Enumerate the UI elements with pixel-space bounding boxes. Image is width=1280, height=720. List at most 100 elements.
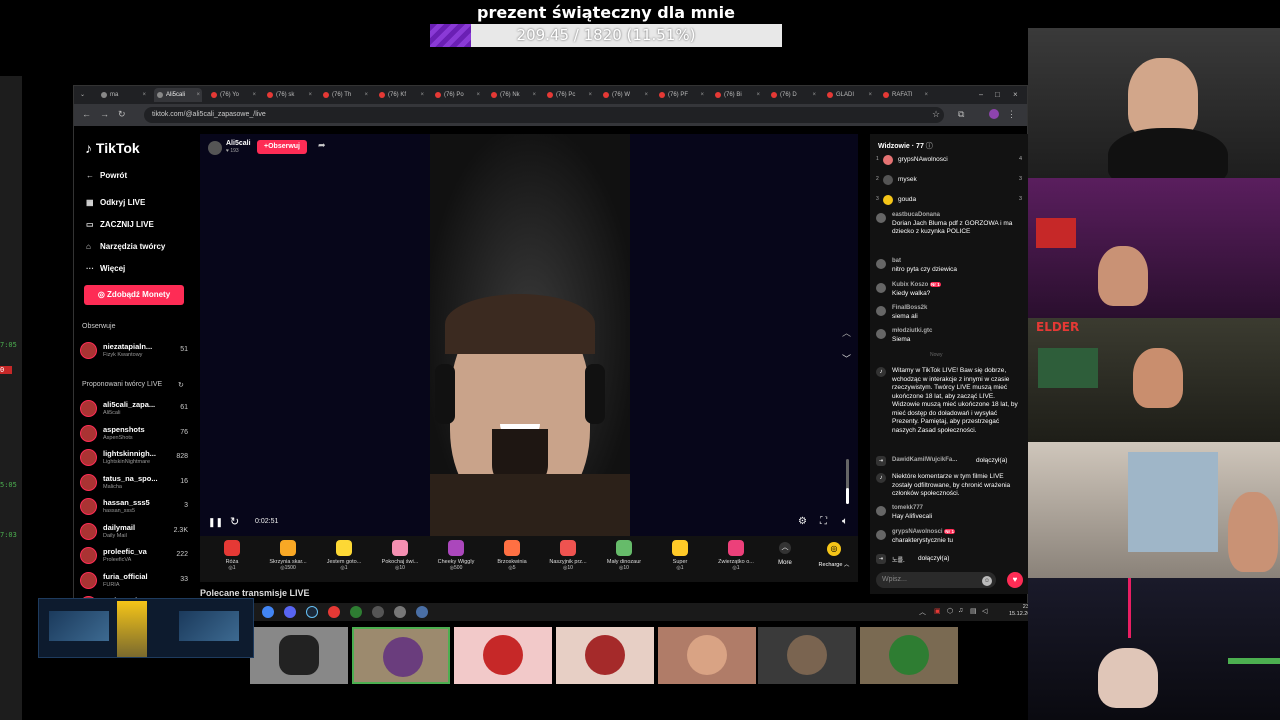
- creator-item[interactable]: proleefic_va ProleeficVA 222: [80, 545, 188, 567]
- live-video-area[interactable]: Ali5cali ♥ 193 +Obserwuj ➦ ︿ ﹀ ❚❚ ↻ 0:02…: [200, 134, 858, 536]
- nav-start-live[interactable]: ▭ ZACZNIJ LIVE: [86, 220, 154, 229]
- minimize-icon[interactable]: –: [979, 88, 983, 102]
- browser-tab[interactable]: (76) D ×: [768, 88, 818, 102]
- thumbnail[interactable]: [860, 627, 958, 684]
- host-avatar[interactable]: [208, 141, 222, 155]
- network-icon[interactable]: ▤: [970, 607, 977, 615]
- forward-icon[interactable]: →: [100, 109, 109, 119]
- close-icon[interactable]: ×: [700, 88, 704, 102]
- nav-discover-live[interactable]: ▦ Odkryj LIVE: [86, 198, 145, 207]
- url-field[interactable]: tiktok.com/@ali5cali_zapasowe_/live: [144, 107, 944, 123]
- creator-item[interactable]: dailymail Daily Mail 2.3K: [80, 521, 188, 543]
- thumbnail[interactable]: [454, 627, 552, 684]
- app-icon[interactable]: [350, 606, 362, 618]
- creator-item[interactable]: furia_official FURIA 33: [80, 570, 188, 592]
- browser-tab[interactable]: (76) Th ×: [320, 88, 370, 102]
- emoji-icon[interactable]: ☺: [982, 576, 992, 586]
- close-icon[interactable]: ×: [420, 88, 424, 102]
- settings-icon[interactable]: ⚙: [798, 516, 807, 527]
- extensions-icon[interactable]: ⧉: [958, 109, 964, 120]
- join-user[interactable]: DawidKamilWujcikFa...: [892, 457, 957, 463]
- tray-app-icon[interactable]: ▣: [934, 607, 941, 615]
- like-heart-button[interactable]: ♥: [1007, 572, 1023, 588]
- close-icon[interactable]: ×: [644, 88, 648, 102]
- browser-tab[interactable]: GLADI ×: [824, 88, 874, 102]
- thumbnail[interactable]: [556, 627, 654, 684]
- close-window-icon[interactable]: ×: [1013, 88, 1018, 102]
- fullscreen-icon[interactable]: ⛶: [820, 516, 827, 527]
- close-icon[interactable]: ×: [308, 88, 312, 102]
- gift-item[interactable]: Mały dinozaur ◎10: [596, 540, 652, 571]
- more-gifts-button[interactable]: ︿ More: [770, 542, 800, 566]
- gift-item[interactable]: Skrzynia skar... ◎1500: [260, 540, 316, 571]
- close-icon[interactable]: ×: [588, 88, 592, 102]
- gift-item[interactable]: Jestem goto... ◎1: [316, 540, 372, 571]
- maximize-icon[interactable]: □: [995, 88, 1000, 102]
- top-viewer-row[interactable]: 3 gouda 3: [876, 194, 1024, 208]
- refresh-icon[interactable]: ↻: [178, 381, 184, 389]
- browser-tab[interactable]: (76) sk ×: [264, 88, 314, 102]
- close-icon[interactable]: ×: [252, 88, 256, 102]
- bookmark-star-icon[interactable]: ☆: [932, 109, 940, 120]
- thumbnail[interactable]: [758, 627, 856, 684]
- browser-tab[interactable]: (76) PF ×: [656, 88, 706, 102]
- steam-icon[interactable]: [306, 606, 318, 618]
- back-icon[interactable]: ←: [82, 109, 91, 119]
- chat-input[interactable]: Wpisz...: [876, 572, 996, 588]
- creator-item[interactable]: niezatapialn... Fizyk Kwantowy 51: [80, 340, 188, 362]
- browser-tab[interactable]: (76) Nk ×: [488, 88, 538, 102]
- browser-tab[interactable]: ma ×: [98, 88, 148, 102]
- reload-icon[interactable]: ↻: [118, 109, 126, 120]
- volume-slider[interactable]: [846, 459, 849, 504]
- refresh-stream-icon[interactable]: ↻: [230, 515, 239, 528]
- top-viewer-row[interactable]: 1 grypsNAwolnosci 4: [876, 154, 1024, 168]
- gift-item[interactable]: Róża ◎1: [204, 540, 260, 571]
- gift-item[interactable]: Cheeky Wiggly ◎500: [428, 540, 484, 571]
- host-name[interactable]: Ali5cali: [226, 140, 251, 147]
- close-icon[interactable]: ×: [532, 88, 536, 102]
- creator-item[interactable]: ali5cali_zapa... Ali5cali 61: [80, 398, 188, 420]
- chevron-down-icon[interactable]: ﹀: [842, 352, 851, 365]
- share-icon[interactable]: ➦: [318, 140, 326, 151]
- close-icon[interactable]: ×: [364, 88, 368, 102]
- gift-item[interactable]: Naszyjnik prz... ◎10: [540, 540, 596, 571]
- thumbnail-active[interactable]: [352, 627, 450, 684]
- discord-icon[interactable]: [284, 606, 296, 618]
- settings-app-icon[interactable]: [372, 606, 384, 618]
- gift-item[interactable]: Pokochaj świ... ◎10: [372, 540, 428, 571]
- top-viewer-row[interactable]: 2 mysek 3: [876, 174, 1024, 188]
- volume-icon[interactable]: 🔈︎: [842, 516, 848, 527]
- gift-item[interactable]: Super ◎1: [652, 540, 708, 571]
- browser-tab[interactable]: (76) Yo ×: [208, 88, 258, 102]
- chevron-up-icon[interactable]: ︿: [919, 607, 926, 617]
- tiktok-logo[interactable]: ♪ TikTok: [85, 140, 140, 156]
- recharge-button[interactable]: ◎ Recharge ︿: [814, 542, 854, 568]
- browser-tab[interactable]: Ali5cali ×: [154, 88, 202, 102]
- gift-item[interactable]: Zwierzątko o... ◎1: [708, 540, 764, 571]
- browser-tab[interactable]: (76) Po ×: [432, 88, 482, 102]
- mic-icon[interactable]: ♫: [958, 607, 963, 614]
- nav-creator-tools[interactable]: ⌂ Narzędzia twórcy: [86, 242, 165, 251]
- chevron-up-icon[interactable]: ︿: [842, 326, 851, 339]
- nav-back[interactable]: ← Powrót: [86, 171, 127, 180]
- creator-item[interactable]: tatus_na_spo... Malicha 16: [80, 472, 188, 494]
- tab-list-icon[interactable]: ⌄: [78, 88, 85, 102]
- obs-icon[interactable]: [328, 606, 340, 618]
- app-icon[interactable]: [394, 606, 406, 618]
- creator-item[interactable]: hassan_sss5 hassan_sss5 3: [80, 496, 188, 518]
- browser-tab[interactable]: (76) Kf ×: [376, 88, 426, 102]
- join-user[interactable]: 노를.: [892, 555, 905, 564]
- close-icon[interactable]: ×: [812, 88, 816, 102]
- get-coins-button[interactable]: ◎ Zdobądź Monety: [84, 285, 184, 305]
- gift-item[interactable]: Brzoskwinia ◎5: [484, 540, 540, 571]
- close-icon[interactable]: ×: [142, 88, 146, 102]
- follow-button[interactable]: +Obserwuj: [257, 140, 307, 154]
- close-icon[interactable]: ×: [476, 88, 480, 102]
- chrome-icon[interactable]: [262, 606, 274, 618]
- browser-tab[interactable]: (76) Pc ×: [544, 88, 594, 102]
- close-icon[interactable]: ×: [756, 88, 760, 102]
- browser-tab[interactable]: (76) W ×: [600, 88, 650, 102]
- creator-item[interactable]: aspenshots AspenShots 76: [80, 423, 188, 445]
- profile-avatar[interactable]: [989, 109, 999, 119]
- viewers-header[interactable]: Widzowie · 77 ⓘ: [878, 141, 933, 151]
